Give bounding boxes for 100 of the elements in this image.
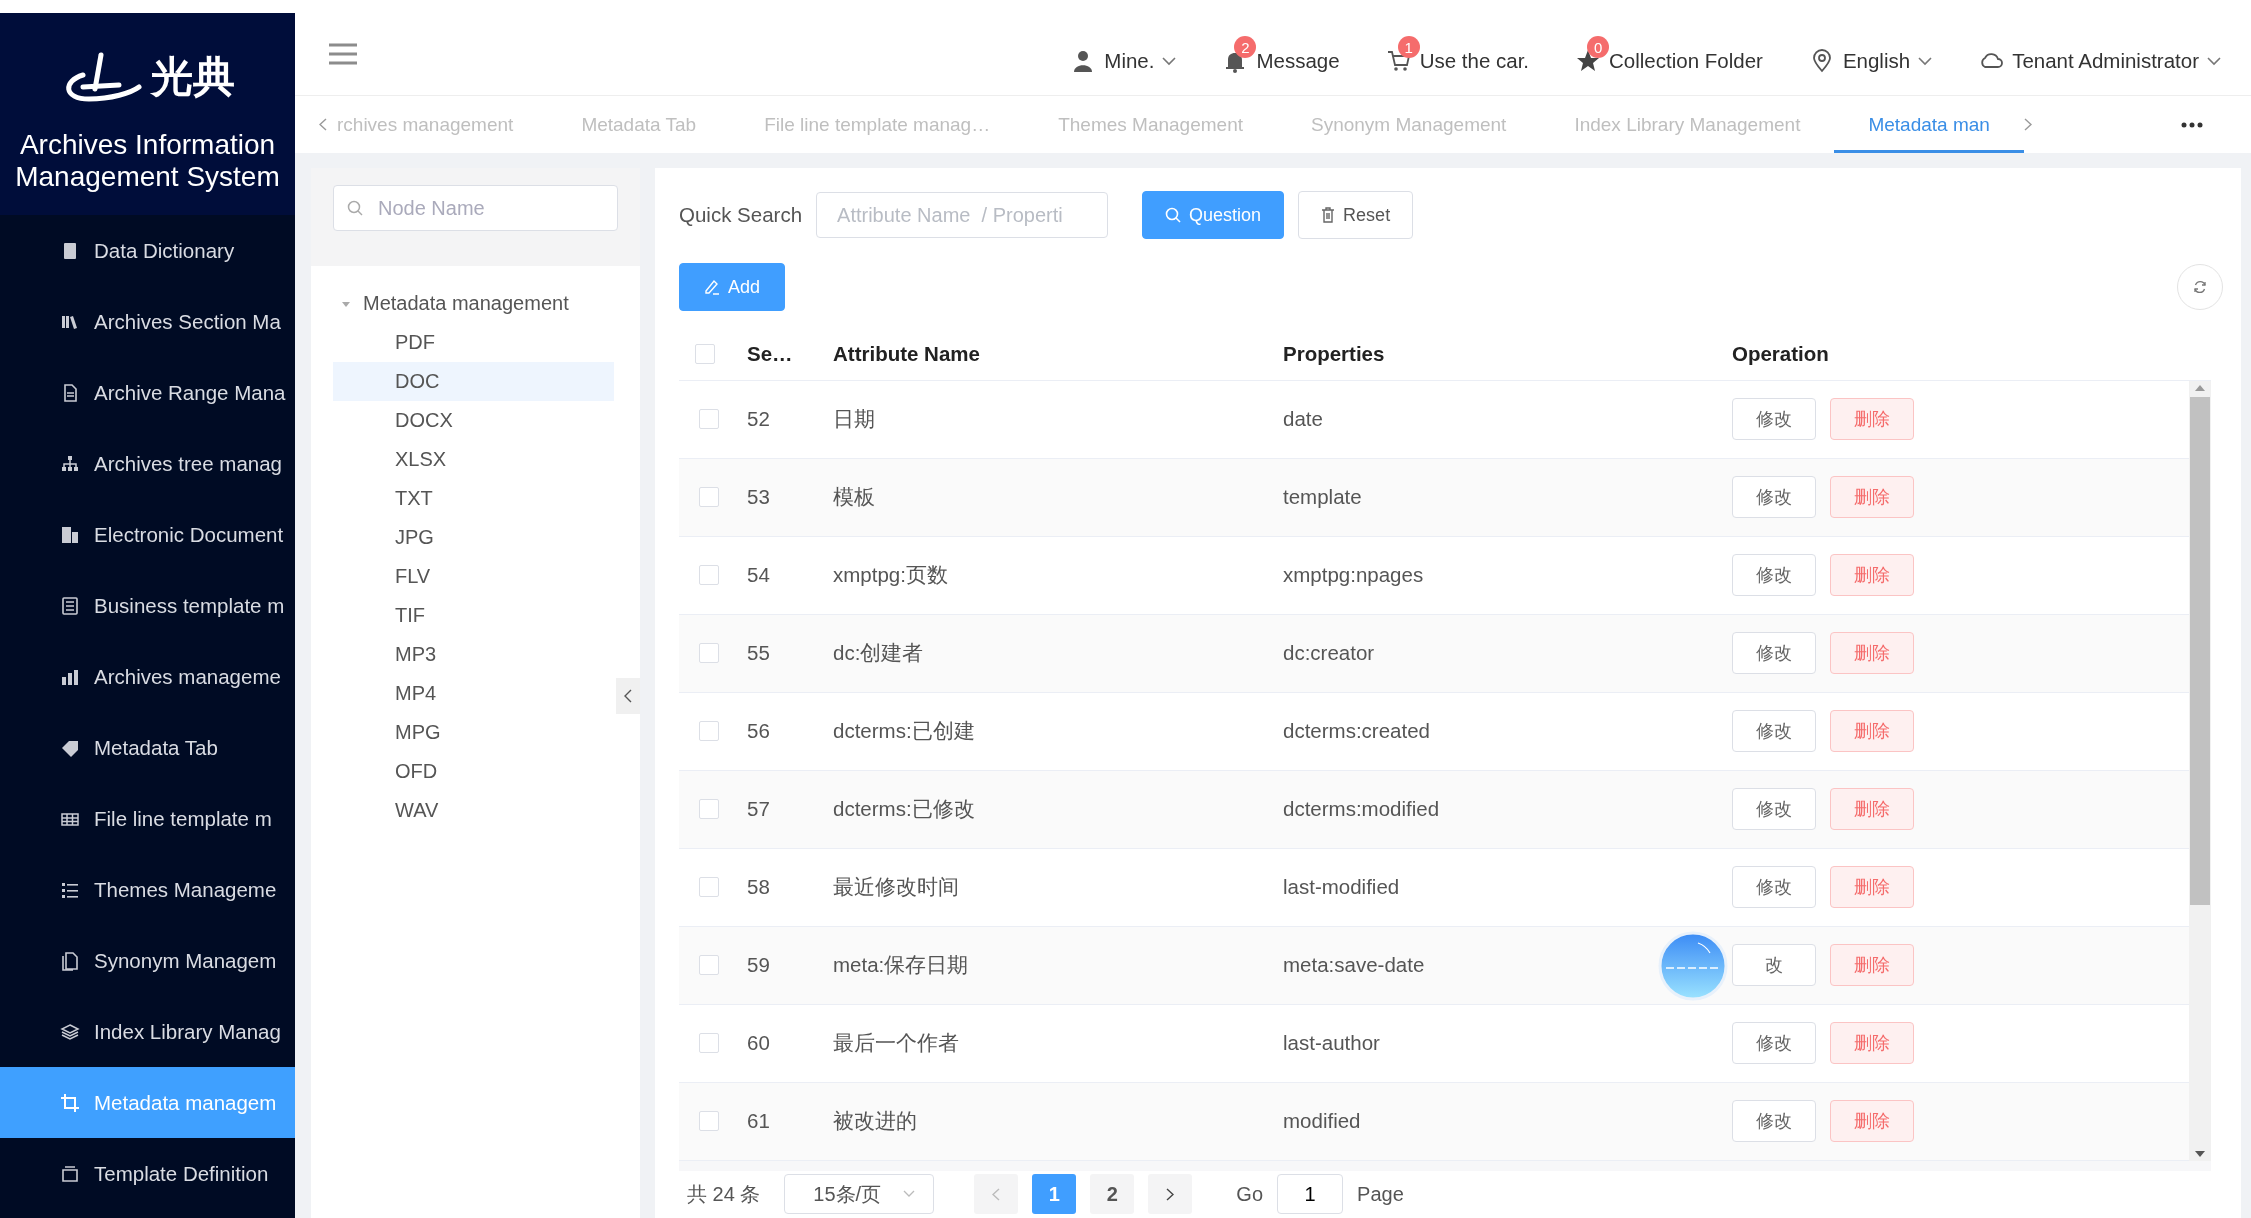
- page-input[interactable]: 1: [1277, 1174, 1344, 1215]
- search-field[interactable]: Attribute Name / Properti: [816, 192, 1109, 238]
- row-checkbox[interactable]: [699, 799, 719, 820]
- chevron-left-icon[interactable]: [319, 118, 327, 131]
- tree-node[interactable]: TIF: [333, 596, 614, 635]
- user-menu[interactable]: Mine.: [1070, 34, 1177, 74]
- row-checkbox[interactable]: [699, 955, 719, 976]
- floating-assistant-button[interactable]: [1658, 931, 1728, 1001]
- tree-node[interactable]: MP4: [333, 674, 614, 713]
- table-cell-text: xmptpg:页数: [833, 562, 949, 589]
- table-cell-text: 53: [747, 485, 771, 510]
- menu-item[interactable]: Archives tree manag: [0, 428, 295, 499]
- edit-button[interactable]: 修改: [1732, 554, 1816, 597]
- logo-text: 光典: [150, 51, 235, 103]
- edit-button[interactable]: 修改: [1732, 632, 1816, 675]
- row-checkbox[interactable]: [699, 643, 719, 664]
- select-all-checkbox[interactable]: [695, 343, 715, 364]
- next-page-button[interactable]: [1148, 1174, 1193, 1215]
- more-icon[interactable]: [2181, 121, 2203, 128]
- layers-icon: [60, 1021, 80, 1042]
- prev-page-button[interactable]: [974, 1174, 1019, 1215]
- menu-item[interactable]: Synonym Managem: [0, 925, 295, 996]
- tray-icon: [60, 1163, 80, 1184]
- search-icon: [1165, 207, 1182, 223]
- edit-button[interactable]: 修改: [1732, 788, 1816, 831]
- table-cell-text: 58: [747, 875, 771, 900]
- edit-button[interactable]: 修改: [1732, 1100, 1816, 1143]
- table-cell-text: dcterms:created: [1283, 719, 1431, 744]
- tree-node[interactable]: JPG: [333, 518, 614, 557]
- edit-button[interactable]: 修改: [1732, 476, 1816, 519]
- reset-button[interactable]: Reset: [1298, 191, 1414, 239]
- star-menu[interactable]: 0 Collection Folder: [1575, 34, 1763, 74]
- tree-node[interactable]: FLV: [333, 557, 614, 596]
- tree-node[interactable]: MPG: [333, 713, 614, 752]
- refresh-button[interactable]: [2177, 264, 2223, 310]
- header-label: Collection Folder: [1609, 49, 1763, 73]
- node-search-field[interactable]: Node Name: [333, 185, 618, 231]
- edit-button[interactable]: 修改: [1732, 866, 1816, 909]
- menu-item[interactable]: Template Definition: [0, 1138, 295, 1209]
- edit-button[interactable]: 修改: [1732, 1022, 1816, 1065]
- bell-menu[interactable]: 2 Message: [1222, 34, 1340, 74]
- tree-node[interactable]: MP3: [333, 635, 614, 674]
- scrollbar[interactable]: [2189, 380, 2211, 1161]
- menu-item[interactable]: Archives Section Ma: [0, 286, 295, 357]
- row-checkbox[interactable]: [699, 409, 719, 430]
- count-badge: 2: [1234, 36, 1257, 58]
- pin-menu[interactable]: English: [1808, 34, 1933, 74]
- scroll-up-icon[interactable]: [2195, 384, 2205, 391]
- tree-node[interactable]: WAV: [333, 791, 614, 830]
- row-checkbox[interactable]: [699, 487, 719, 508]
- menu-item[interactable]: Data Dictionary: [0, 215, 295, 286]
- table-cell-text: 57: [747, 797, 771, 822]
- edit-button[interactable]: 修改: [1732, 398, 1816, 441]
- header-label: Message: [1256, 49, 1340, 73]
- edit-button[interactable]: 修改: [1732, 710, 1816, 753]
- tree-node[interactable]: Metadata management: [333, 284, 614, 323]
- refresh-icon: [2193, 280, 2207, 294]
- row-checkbox[interactable]: [699, 877, 719, 898]
- row-checkbox[interactable]: [699, 1111, 719, 1132]
- collapse-button[interactable]: [616, 678, 640, 714]
- table-cell-text: meta:save-date: [1283, 953, 1426, 978]
- cloud-menu[interactable]: Tenant Administrator: [1978, 34, 2221, 74]
- tree-node[interactable]: DOCX: [333, 401, 614, 440]
- tree-node[interactable]: XLSX: [333, 440, 614, 479]
- crop-icon: [60, 1092, 80, 1113]
- tree-node[interactable]: DOC: [333, 362, 614, 401]
- menu-item[interactable]: Themes Manageme: [0, 854, 295, 925]
- cart-menu[interactable]: 1 Use the car.: [1385, 34, 1530, 74]
- table-cell-text: 日期: [833, 406, 876, 433]
- page-size-select[interactable]: 15条/页: [784, 1174, 935, 1215]
- chevron-left-icon: [624, 689, 632, 703]
- table-cell-text: dcterms:已创建: [833, 718, 976, 745]
- edit-button[interactable]: 改: [1732, 944, 1816, 987]
- menu-item[interactable]: Archive Range Mana: [0, 357, 295, 428]
- tree-node[interactable]: OFD: [333, 752, 614, 791]
- menu-item[interactable]: Electronic Document: [0, 499, 295, 570]
- table-cell-text: last-author: [1283, 1031, 1381, 1056]
- pencil-icon: [704, 279, 720, 295]
- column-header: Operation: [1732, 341, 1830, 366]
- menu-item[interactable]: Archives manageme: [0, 641, 295, 712]
- menu-item[interactable]: Index Library Manag: [0, 996, 295, 1067]
- table-cell-text: 55: [747, 641, 771, 666]
- menu-item[interactable]: File line template m: [0, 783, 295, 854]
- page-button[interactable]: 2: [1090, 1174, 1135, 1215]
- row-checkbox[interactable]: [699, 565, 719, 586]
- table-cell-text: dcterms:modified: [1283, 797, 1441, 822]
- table-cell-text: template: [1283, 485, 1363, 510]
- scroll-down-icon[interactable]: [2195, 1150, 2205, 1157]
- menu-icon[interactable]: [329, 43, 357, 65]
- row-checkbox[interactable]: [699, 1033, 719, 1054]
- tree-node[interactable]: TXT: [333, 479, 614, 518]
- chevron-right-icon[interactable]: [2023, 118, 2032, 131]
- tree-node[interactable]: PDF: [333, 323, 614, 362]
- menu-item[interactable]: Business template m: [0, 570, 295, 641]
- table-cell-text: 模板: [833, 484, 876, 511]
- header-label: Tenant Administrator: [2012, 49, 2199, 73]
- menu-item[interactable]: Metadata Tab: [0, 712, 295, 783]
- table-cell-text: 最近修改时间: [833, 874, 960, 901]
- row-checkbox[interactable]: [699, 721, 719, 742]
- copy-icon: [60, 950, 80, 971]
